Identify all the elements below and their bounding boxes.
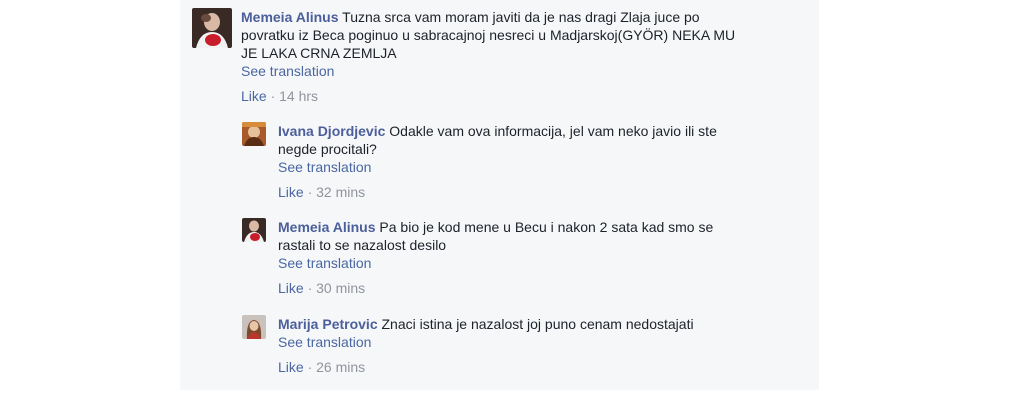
comment-text: Znaci istina je nazalost joj puno cenam … <box>381 316 694 332</box>
comment-text: Pa bio je kod mene u Becu i nakon 2 sata… <box>379 219 714 235</box>
like-link[interactable]: Like <box>241 88 267 104</box>
author-avatar[interactable] <box>242 315 266 339</box>
author-avatar[interactable] <box>242 122 266 146</box>
profile-photo-icon <box>242 218 266 242</box>
see-translation-link[interactable]: See translation <box>278 254 371 272</box>
comment-line: Ivana Djordjevic Odakle vam ova informac… <box>278 122 717 140</box>
like-link[interactable]: Like <box>278 280 304 296</box>
meta-separator: · <box>307 280 313 296</box>
meta-separator: · <box>307 359 313 375</box>
profile-photo-icon <box>192 8 232 48</box>
see-translation-link[interactable]: See translation <box>278 158 371 176</box>
comment-text: JE LAKA CRNA ZEMLJA <box>241 45 397 61</box>
comment-meta: Like · 32 mins <box>278 183 717 201</box>
see-translation-link[interactable]: See translation <box>278 333 371 351</box>
comment-text: Odakle vam ova informacija, jel vam neko… <box>389 123 717 139</box>
profile-photo-icon <box>242 122 266 146</box>
meta-separator: · <box>270 88 276 104</box>
comment-author[interactable]: Memeia Alinus <box>278 219 376 235</box>
comment-timestamp[interactable]: 14 hrs <box>279 88 318 104</box>
comment-text: negde procitali? <box>278 141 377 157</box>
comment-body: Memeia Alinus Pa bio je kod mene u Becu … <box>278 218 713 297</box>
comment-item: Memeia Alinus Tuzna srca vam moram javit… <box>192 8 735 105</box>
comment-meta: Like · 14 hrs <box>241 87 735 105</box>
author-avatar[interactable] <box>192 8 232 48</box>
comment-line: Memeia Alinus Pa bio je kod mene u Becu … <box>278 218 713 236</box>
comment-meta: Like · 26 mins <box>278 358 694 376</box>
like-link[interactable]: Like <box>278 359 304 375</box>
like-link[interactable]: Like <box>278 184 304 200</box>
meta-separator: · <box>307 184 313 200</box>
comment-text: povratku iz Beca poginuo u sabracajnoj n… <box>241 27 736 43</box>
comment-body: Ivana Djordjevic Odakle vam ova informac… <box>278 122 717 201</box>
comment-author[interactable]: Memeia Alinus <box>241 9 339 25</box>
comment-timestamp[interactable]: 32 mins <box>316 184 365 200</box>
reply-item: Ivana Djordjevic Odakle vam ova informac… <box>242 122 717 201</box>
reply-item: Marija Petrovic Znaci istina je nazalost… <box>242 315 694 376</box>
comment-line: Marija Petrovic Znaci istina je nazalost… <box>278 315 694 333</box>
comment-text: Tuzna srca vam moram javiti da je nas dr… <box>342 9 700 25</box>
comment-line: Memeia Alinus Tuzna srca vam moram javit… <box>241 8 735 26</box>
comment-text: rastali to se nazalost desilo <box>278 237 447 253</box>
profile-photo-icon <box>242 315 266 339</box>
comment-author[interactable]: Ivana Djordjevic <box>278 123 385 139</box>
comments-panel: Memeia Alinus Tuzna srca vam moram javit… <box>180 0 819 390</box>
comment-author[interactable]: Marija Petrovic <box>278 316 378 332</box>
comment-timestamp[interactable]: 26 mins <box>316 359 365 375</box>
reply-item: Memeia Alinus Pa bio je kod mene u Becu … <box>242 218 713 297</box>
comment-body: Memeia Alinus Tuzna srca vam moram javit… <box>241 8 735 105</box>
see-translation-link[interactable]: See translation <box>241 62 334 80</box>
comment-body: Marija Petrovic Znaci istina je nazalost… <box>278 315 694 376</box>
author-avatar[interactable] <box>242 218 266 242</box>
comment-timestamp[interactable]: 30 mins <box>316 280 365 296</box>
comment-meta: Like · 30 mins <box>278 279 713 297</box>
